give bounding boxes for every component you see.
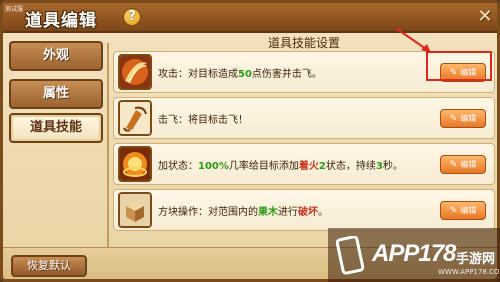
watermark-url: WWW.APP178.COM (438, 268, 500, 276)
tab-appearance[interactable]: 外观 (9, 41, 103, 71)
phone-logo-icon (336, 236, 365, 275)
tab-item-skills[interactable]: 道具技能 (9, 113, 103, 143)
window-title: 道具编辑 (25, 11, 97, 31)
pencil-icon: ✎ (449, 160, 458, 170)
panel-title: 道具技能设置 (267, 36, 340, 50)
edit-button[interactable]: ✎ 编辑 (440, 201, 486, 220)
edit-button[interactable]: ✎ 编辑 (440, 155, 486, 174)
sword-slash-icon (118, 54, 152, 90)
close-button[interactable]: ✕ (475, 7, 495, 27)
skill-row: 击飞：将目标击飞！ ✎ 编辑 (113, 97, 495, 139)
skill-description: 击飞：将目标击飞！ (158, 115, 248, 126)
tab-attributes[interactable]: 属性 (9, 79, 103, 109)
skill-row: 方块操作：对范围内的果木进行破坏。 ✎ 编辑 (113, 189, 495, 231)
watermark-brand: APP178 (372, 240, 456, 267)
sidebar-divider (107, 43, 109, 248)
knockback-icon (118, 100, 152, 136)
skill-row: 加状态：100%几率给目标添加着火2状态，持续3秒。 ✎ 编辑 (113, 143, 495, 185)
pencil-icon: ✎ (449, 114, 458, 124)
skill-description: 加状态：100%几率给目标添加着火2状态，持续3秒。 (158, 161, 403, 172)
reset-default-button[interactable]: 恢复默认 (11, 255, 87, 277)
annotation-highlight-box (426, 51, 492, 81)
skill-description: 攻击：对目标造成50点伤害并击飞。 (158, 69, 322, 80)
help-button[interactable]: ? (123, 8, 141, 26)
pencil-icon: ✎ (449, 206, 458, 216)
block-icon (118, 192, 152, 228)
watermark-subtitle: 手游网 (456, 252, 496, 267)
sidebar: 外观 属性 道具技能 (9, 37, 107, 247)
server-tag: 测试服 (5, 6, 24, 13)
fire-status-icon (118, 146, 152, 182)
watermark: APP178 手游网 WWW.APP178.COM (328, 228, 500, 282)
edit-button[interactable]: ✎ 编辑 (440, 109, 486, 128)
skill-description: 方块操作：对范围内的果木进行破坏。 (158, 207, 328, 218)
